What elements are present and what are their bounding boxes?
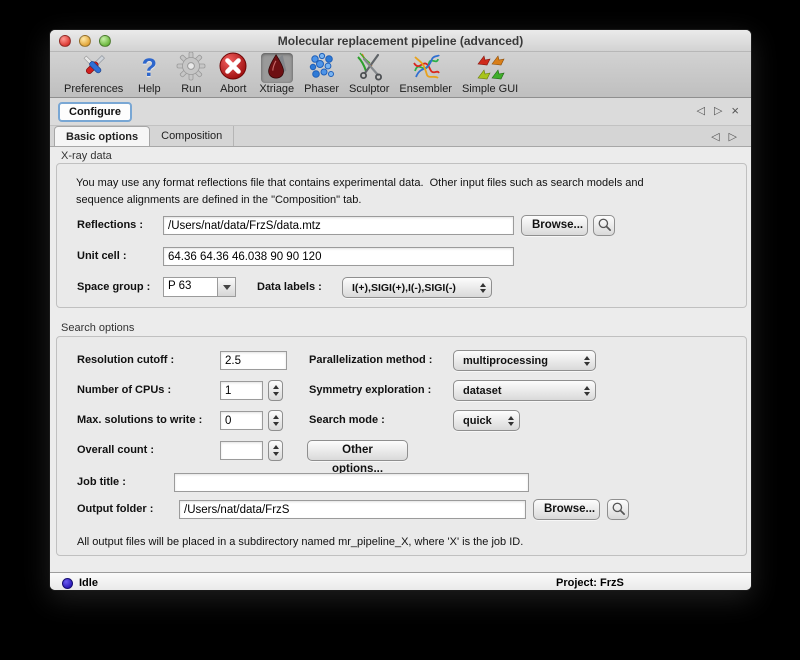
max-solutions-label: Max. solutions to write : [77, 414, 202, 426]
toolbar-preferences[interactable]: Preferences [64, 53, 123, 95]
app-window: Molecular replacement pipeline (advanced… [49, 29, 752, 591]
space-group-label: Space group : [77, 281, 150, 293]
status-bar: Idle Project: FrzS [50, 572, 751, 591]
ensembler-ribbons-icon [411, 51, 441, 86]
space-group-combo[interactable]: P 63 [163, 277, 236, 297]
reflections-label: Reflections : [77, 219, 143, 231]
max-solutions-input[interactable] [220, 411, 263, 430]
toolbar: Preferences ? Help [50, 52, 751, 98]
configure-bar: Configure ◁ ▷ × [50, 98, 751, 126]
cpus-input[interactable] [220, 381, 263, 400]
toolbar-label: Ensembler [399, 83, 452, 95]
search-mode-label: Search mode : [309, 414, 385, 426]
toolbar-label: Simple GUI [462, 83, 518, 95]
data-labels-value: I(+),SIGI(+),I(-),SIGI(-) [352, 282, 474, 294]
magnifier-icon [611, 501, 626, 519]
combo-arrow-icon[interactable] [217, 278, 235, 296]
xray-info-line2: sequence alignments are defined in the "… [76, 194, 361, 206]
overall-count-input[interactable] [220, 441, 263, 460]
parallelization-popup[interactable]: multiprocessing [453, 350, 596, 371]
toolbar-ensembler[interactable]: Ensembler [399, 53, 452, 95]
max-solutions-spinner[interactable] [268, 410, 283, 431]
sculptor-scissors-icon [354, 51, 384, 86]
output-folder-browse-button[interactable]: Browse... [533, 499, 600, 520]
xray-section-title: X-ray data [61, 150, 112, 162]
abort-icon [218, 51, 248, 86]
toolbar-simple-gui[interactable]: Simple GUI [462, 53, 518, 95]
phaser-molecules-icon [307, 51, 337, 86]
other-options-button[interactable]: Other options... [307, 440, 408, 461]
run-gear-icon [176, 51, 206, 86]
data-labels-popup[interactable]: I(+),SIGI(+),I(-),SIGI(-) [342, 277, 492, 298]
xtriage-drop-icon [263, 52, 291, 85]
unit-cell-input[interactable] [163, 247, 514, 266]
reflections-input[interactable] [163, 216, 514, 235]
basic-options-panel: X-ray data You may use any format reflec… [50, 147, 751, 572]
job-title-input[interactable] [174, 473, 529, 492]
popup-arrows-icon [584, 386, 590, 396]
status-text: Idle [79, 577, 98, 589]
parallelization-label: Parallelization method : [309, 354, 432, 366]
title-bar[interactable]: Molecular replacement pipeline (advanced… [50, 30, 751, 52]
toolbar-label: Xtriage [259, 83, 294, 95]
nav-back-icon[interactable]: ◁ [696, 104, 704, 118]
resolution-cutoff-label: Resolution cutoff : [77, 354, 174, 366]
job-title-label: Job title : [77, 476, 126, 488]
search-mode-popup[interactable]: quick [453, 410, 520, 431]
parallelization-value: multiprocessing [463, 355, 578, 367]
tab-configure[interactable]: Configure [58, 102, 132, 122]
toolbar-label: Phaser [304, 83, 339, 95]
unit-cell-label: Unit cell : [77, 250, 127, 262]
xray-info-line1: You may use any format reflections file … [76, 177, 644, 189]
preferences-icon [79, 51, 109, 86]
tab-basic-options[interactable]: Basic options [54, 126, 150, 146]
subtab-forward-icon[interactable]: ▷ [729, 130, 737, 144]
project-label: Project: FrzS [556, 577, 624, 589]
popup-arrows-icon [584, 356, 590, 366]
simple-gui-arrows-icon [475, 51, 505, 86]
resolution-cutoff-input[interactable] [220, 351, 287, 370]
toolbar-xtriage[interactable]: Xtriage [259, 53, 294, 95]
xtriage-selected-highlight [261, 53, 293, 83]
tab-composition[interactable]: Composition [150, 126, 234, 146]
help-icon: ? [142, 55, 157, 81]
toolbar-label: Help [138, 83, 161, 95]
window-title: Molecular replacement pipeline (advanced… [50, 34, 751, 48]
toolbar-help[interactable]: ? Help [133, 53, 165, 95]
cpus-label: Number of CPUs : [77, 384, 171, 396]
toolbar-label: Preferences [64, 83, 123, 95]
data-labels-label: Data labels : [257, 281, 322, 293]
cpus-spinner[interactable] [268, 380, 283, 401]
toolbar-sculptor[interactable]: Sculptor [349, 53, 389, 95]
subtab-back-icon[interactable]: ◁ [711, 130, 719, 144]
output-subdirectory-note: All output files will be placed in a sub… [77, 536, 523, 548]
popup-arrows-icon [480, 283, 486, 293]
nav-forward-icon[interactable]: ▷ [714, 104, 722, 118]
magnifier-icon [597, 217, 612, 235]
status-dot-icon [62, 578, 73, 589]
overall-count-label: Overall count : [77, 444, 154, 456]
output-folder-label: Output folder : [77, 503, 153, 515]
toolbar-label: Sculptor [349, 83, 389, 95]
symmetry-popup[interactable]: dataset [453, 380, 596, 401]
reflections-magnifier-button[interactable] [593, 215, 615, 236]
toolbar-label: Run [181, 83, 201, 95]
space-group-value: P 63 [164, 278, 217, 296]
output-folder-input[interactable] [179, 500, 526, 519]
output-folder-magnifier-button[interactable] [607, 499, 629, 520]
subtab-bar: Basic options Composition ◁ ▷ [50, 126, 751, 147]
toolbar-abort[interactable]: Abort [217, 53, 249, 95]
search-section-title: Search options [61, 322, 134, 334]
search-mode-value: quick [463, 415, 502, 427]
symmetry-label: Symmetry exploration : [309, 384, 431, 396]
toolbar-label: Abort [220, 83, 246, 95]
close-tab-icon[interactable]: × [731, 104, 739, 118]
overall-count-spinner[interactable] [268, 440, 283, 461]
popup-arrows-icon [508, 416, 514, 426]
reflections-browse-button[interactable]: Browse... [521, 215, 588, 236]
toolbar-phaser[interactable]: Phaser [304, 53, 339, 95]
symmetry-value: dataset [463, 385, 578, 397]
toolbar-run[interactable]: Run [175, 53, 207, 95]
